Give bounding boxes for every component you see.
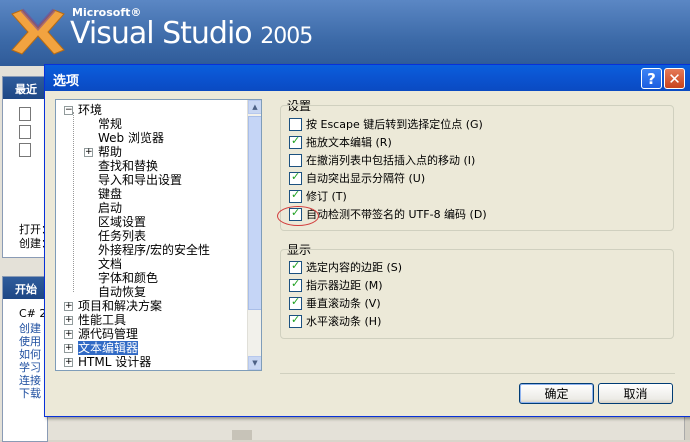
dialog-separator [280, 373, 675, 374]
tree-node[interactable]: 区域设置 [98, 215, 146, 229]
option-text: 指示器边距 [306, 279, 361, 292]
checkbox[interactable] [289, 277, 302, 292]
dialog-titlebar[interactable]: 选项 ? ✕ [45, 65, 690, 91]
options-dialog: 选项 ? ✕ − 环境 常规 Web 浏览器 + 帮助 查找和替换 导入和导出设置 键盘 启动 区域… [44, 64, 690, 417]
visual-studio-logo-icon [11, 8, 65, 55]
checkbox[interactable] [289, 134, 302, 149]
access-key: M [368, 279, 379, 292]
option-label: 拖放文本编辑 (R) [306, 136, 392, 149]
tree-node[interactable]: 键盘 [98, 187, 122, 201]
option-label: 选定内容的边距 (S) [306, 261, 403, 274]
tree-node[interactable]: 环境 [78, 103, 102, 117]
cancel-button[interactable]: 取消 [598, 383, 673, 404]
option-text: 自动突出显示分隔符 [306, 172, 405, 185]
vs-splitter [232, 430, 252, 440]
expand-icon[interactable]: + [64, 302, 73, 311]
help-button[interactable]: ? [641, 68, 662, 89]
options-tree: − 环境 常规 Web 浏览器 + 帮助 查找和替换 导入和导出设置 键盘 启动 区域设置 任务列表外… [55, 99, 262, 371]
tree-node[interactable]: 源代码管理 [78, 327, 138, 341]
option-text: 选定内容的边距 [306, 261, 383, 274]
scroll-down-icon[interactable]: ▼ [248, 356, 261, 370]
access-key: V [368, 297, 377, 310]
tree-node[interactable]: HTML 设计器 [78, 355, 151, 369]
product-title: Visual Studio 2005 [70, 16, 313, 51]
product-name: Visual Studio [70, 16, 253, 51]
project-file-icon[interactable] [19, 143, 31, 157]
project-file-icon[interactable] [19, 125, 31, 139]
start-panel-title: 开始 [3, 277, 47, 299]
tree-node[interactable]: 项目和解决方案 [78, 299, 162, 313]
option-label: 修订 (T) [306, 190, 347, 203]
tree-node[interactable]: Web 浏览器 [98, 131, 164, 145]
option-label: 垂直滚动条 (V) [306, 297, 381, 310]
option-label: 水平滚动条 (H) [306, 315, 382, 328]
option-label: 自动突出显示分隔符 (U) [306, 172, 426, 185]
tree-node[interactable]: 任务列表 [98, 229, 146, 243]
checkbox[interactable] [289, 154, 302, 167]
access-key: D [473, 208, 483, 221]
start-item: C# 2 [19, 307, 47, 320]
checkbox[interactable] [289, 313, 302, 328]
checkbox[interactable] [289, 188, 302, 203]
access-key: T [335, 190, 343, 203]
access-key: H [368, 315, 378, 328]
scroll-up-icon[interactable]: ▲ [248, 100, 261, 114]
scroll-thumb[interactable] [248, 116, 261, 310]
checkbox[interactable] [289, 118, 302, 131]
access-key: I [467, 154, 472, 167]
tree-node[interactable]: 文本编辑器 [78, 341, 139, 355]
expand-icon[interactable]: + [84, 148, 93, 157]
tree-node[interactable]: 自动恢复 [98, 285, 146, 299]
option-text: 垂直滚动条 [306, 297, 361, 310]
tree-node[interactable]: 查找和替换 [98, 159, 158, 173]
access-key: S [390, 261, 398, 274]
product-version: 2005 [260, 24, 313, 49]
close-button[interactable]: ✕ [664, 68, 685, 89]
option-label: 自动检测不带签名的 UTF-8 编码 (D) [306, 208, 487, 221]
option-text: 拖放文本编辑 [306, 136, 372, 149]
expand-icon[interactable]: + [64, 316, 73, 325]
tree-node[interactable]: 字体和颜色 [98, 271, 158, 285]
expand-icon[interactable]: + [64, 330, 73, 339]
project-file-icon[interactable] [19, 107, 31, 121]
tree-node[interactable]: 常规 [98, 117, 122, 131]
option-label: 在撤消列表中包括插入点的移动 (I) [306, 154, 476, 167]
option-text: 按 Escape 键后转到选择定位点 [306, 118, 463, 131]
checkbox[interactable] [289, 259, 302, 274]
option-label: 按 Escape 键后转到选择定位点 (G) [306, 118, 483, 131]
tree-node[interactable]: 导入和导出设置 [98, 173, 182, 187]
option-text: 修订 [306, 190, 328, 203]
tree-scrollbar[interactable]: ▲ ▼ [247, 100, 261, 370]
tree-node[interactable]: 文档 [98, 257, 122, 271]
tree-connector [73, 112, 74, 292]
checkbox[interactable] [289, 170, 302, 185]
ok-button[interactable]: 确定 [519, 383, 594, 404]
recent-panel-title: 最近 [3, 77, 47, 99]
start-link[interactable]: 下载 [19, 385, 41, 401]
annotation-circle [277, 206, 319, 226]
vs-banner: Microsoft® Visual Studio 2005 [0, 0, 690, 66]
access-key: U [412, 172, 421, 185]
option-text: 在撤消列表中包括插入点的移动 [306, 154, 460, 167]
option-text: 水平滚动条 [306, 315, 361, 328]
tree-node[interactable]: 帮助 [98, 145, 122, 159]
collapse-icon[interactable]: − [64, 106, 73, 115]
tree-node[interactable]: 性能工具 [78, 313, 126, 327]
option-label: 指示器边距 (M) [306, 279, 383, 292]
expand-icon[interactable]: + [64, 358, 73, 367]
access-key: R [379, 136, 388, 149]
tree-node[interactable]: 启动 [98, 201, 122, 215]
getting-started-panel: 开始 C# 2 创建 使用 如何 学习 连接 下载 [2, 276, 48, 442]
access-key: G [470, 118, 479, 131]
tree-node[interactable]: 外接程序/宏的安全性 [98, 243, 210, 257]
dialog-title: 选项 [53, 74, 80, 89]
expand-icon[interactable]: + [64, 344, 73, 353]
option-text: 自动检测不带签名的 UTF-8 编码 [306, 208, 467, 221]
checkbox[interactable] [289, 295, 302, 310]
recent-projects-panel: 最近 打开： 创建： [2, 76, 52, 258]
